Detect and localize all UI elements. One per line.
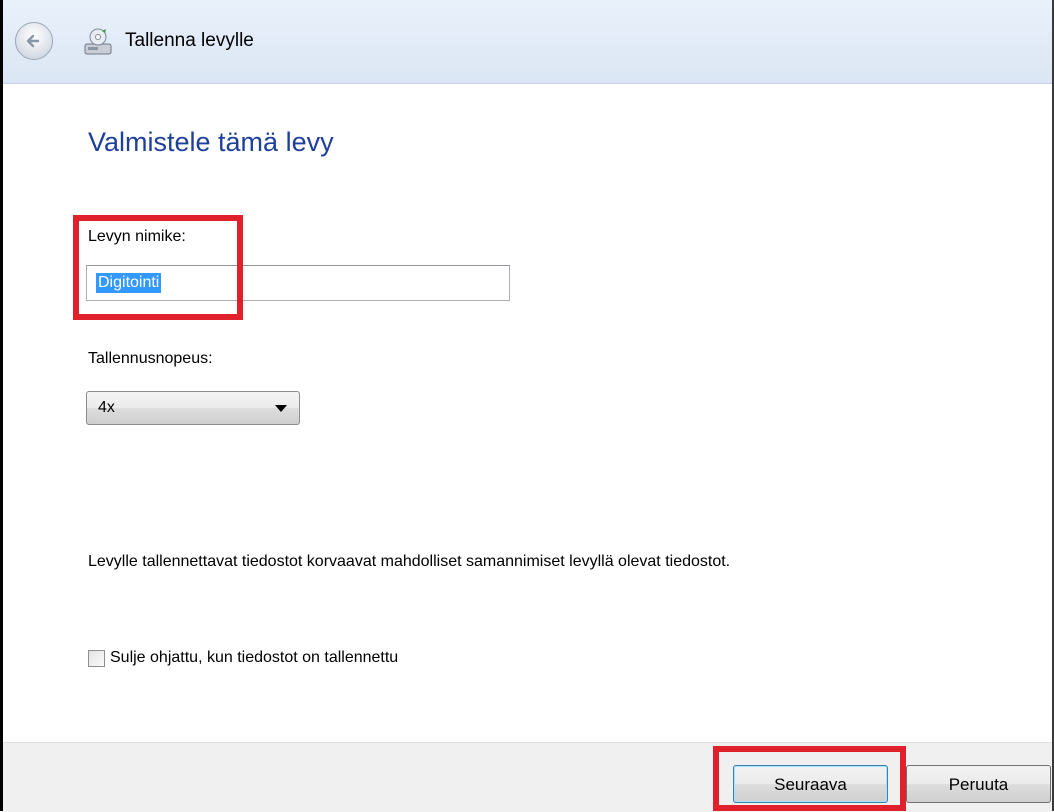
page-title: Valmistele tämä levy (88, 127, 334, 157)
highlight-disc-title (73, 215, 243, 320)
overwrite-note: Levylle tallennettavat tiedostot korvaav… (88, 553, 731, 570)
close-wizard-label: Sulje ohjattu, kun tiedostot on tallenne… (110, 649, 399, 666)
recording-speed-label: Tallennusnopeus: (88, 350, 213, 367)
close-wizard-checkbox[interactable] (88, 650, 105, 667)
highlight-next-button (713, 746, 906, 811)
window-border-left (0, 0, 3, 811)
back-button[interactable] (15, 22, 53, 60)
recording-speed-value: 4x (98, 399, 115, 416)
chevron-down-icon (275, 405, 287, 412)
back-arrow-icon (26, 34, 40, 48)
recording-speed-select[interactable]: 4x (86, 391, 300, 425)
title-bar: Tallenna levylle (3, 0, 1052, 84)
burn-disc-icon (84, 28, 112, 55)
window-title: Tallenna levylle (125, 30, 254, 51)
cancel-button[interactable]: Peruuta (906, 765, 1051, 803)
